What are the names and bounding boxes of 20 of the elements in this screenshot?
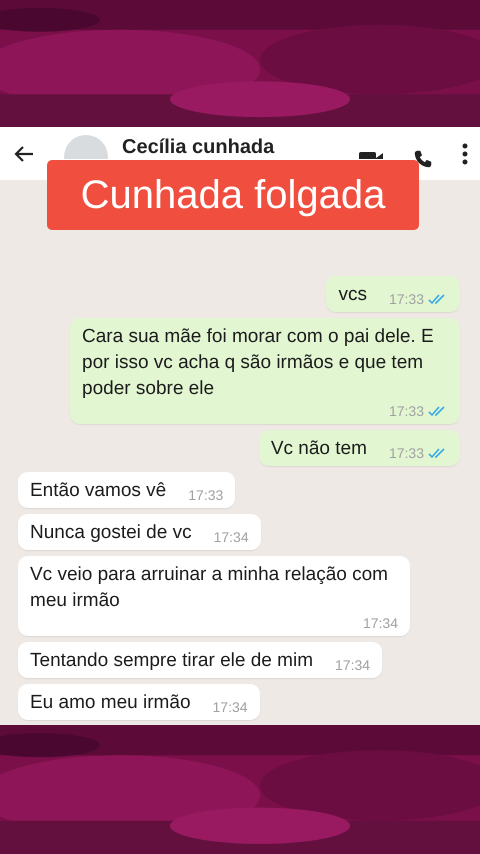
message-text: Cara sua mãe foi morar com o pai dele. E por isso vc acha q são irmãos e que tem poder sobre ele bbox=[82, 325, 435, 401]
contact-name[interactable]: Cecília cunhada bbox=[122, 136, 274, 158]
video-camera-icon[interactable] bbox=[358, 149, 384, 159]
message-time: 17:33 bbox=[388, 444, 424, 462]
message-text: vcs bbox=[338, 283, 367, 307]
caption-text: Cunhada folgada bbox=[80, 173, 386, 217]
message-text: Vc não tem bbox=[270, 437, 367, 461]
message-text: Então vamos vê bbox=[30, 479, 166, 503]
message-time: 17:34 bbox=[214, 528, 249, 546]
message-time: 17:33 bbox=[388, 402, 424, 420]
message-text: Nunca gostei de vc bbox=[30, 521, 192, 545]
message-text: Tentando sempre tirar ele de mim bbox=[30, 649, 314, 673]
message-text: Eu amo meu irmão bbox=[30, 691, 191, 715]
message-time: 17:34 bbox=[212, 698, 248, 716]
message-time: 17:33 bbox=[188, 486, 224, 504]
message-text: Vc veio para arruinar a minha relação com meu irmão bbox=[30, 563, 390, 613]
message-time: 17:33 bbox=[388, 290, 424, 308]
more-options-icon[interactable] bbox=[462, 142, 468, 164]
message-time: 17:34 bbox=[335, 656, 370, 674]
message-time: 17:34 bbox=[362, 614, 398, 632]
